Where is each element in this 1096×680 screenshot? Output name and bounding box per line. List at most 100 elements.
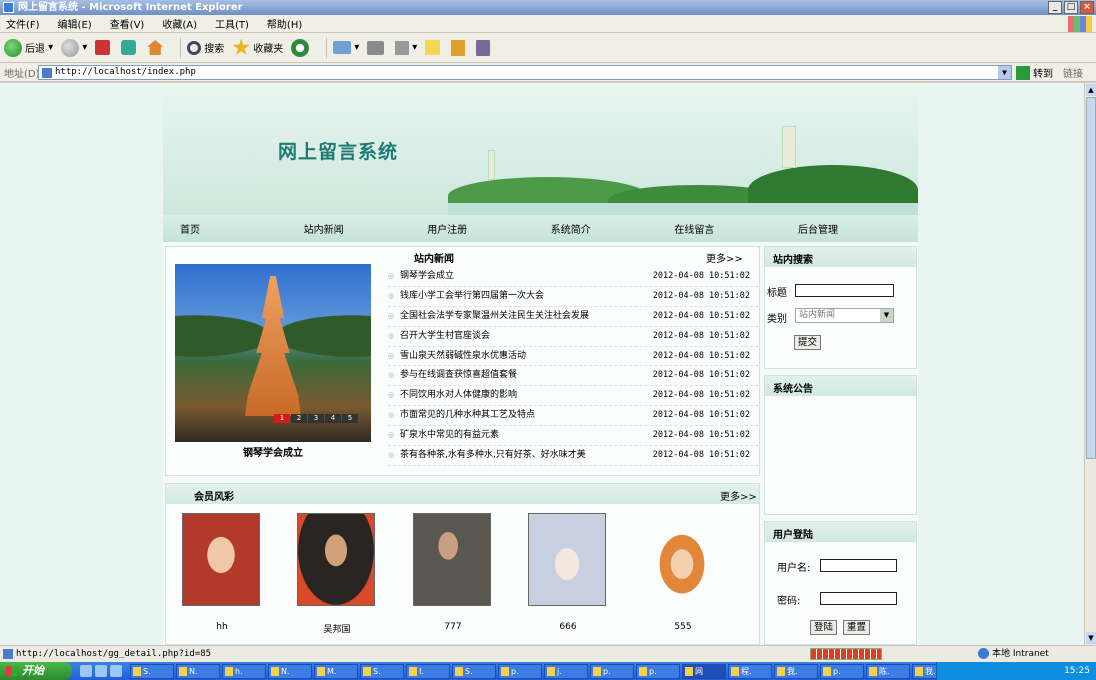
discuss-button[interactable] — [425, 40, 443, 55]
go-button[interactable]: 转到 — [1033, 65, 1053, 80]
menu-help[interactable]: 帮助(H) — [267, 16, 302, 31]
home-button[interactable] — [147, 40, 166, 55]
member-name[interactable]: 555 — [643, 622, 723, 632]
taskbar-button[interactable]: S. — [130, 663, 174, 679]
news-item[interactable]: 参与在线调查获惊喜超值套餐 2012-04-08 10:51:02 — [388, 366, 758, 387]
member-avatar[interactable] — [643, 513, 721, 606]
nav-about[interactable]: 系统简介 — [534, 221, 658, 236]
refresh-button[interactable] — [121, 40, 139, 55]
media-quicklaunch-icon[interactable] — [110, 665, 122, 677]
news-item[interactable]: 钱库小学工会举行第四届第一次大会 2012-04-08 10:51:02 — [388, 287, 758, 307]
desktop-quicklaunch-icon[interactable] — [95, 665, 107, 677]
forward-button[interactable]: ▾ — [61, 38, 87, 57]
taskbar-button[interactable]: I. — [406, 663, 450, 679]
news-title[interactable]: 不同饮用水对人体健康的影响 — [400, 390, 517, 400]
taskbar-button[interactable]: S. — [360, 663, 404, 679]
taskbar-button[interactable]: M. — [314, 663, 358, 679]
member-name[interactable]: hh — [182, 622, 262, 632]
taskbar-button[interactable]: p. — [820, 663, 864, 679]
member-card[interactable]: 777 — [413, 513, 493, 632]
nav-admin[interactable]: 后台管理 — [781, 221, 905, 236]
member-avatar[interactable] — [297, 513, 375, 606]
category-select[interactable]: 站内新闻 ▼ — [795, 308, 894, 323]
member-name[interactable]: 777 — [413, 622, 493, 632]
chevron-down-icon[interactable]: ▼ — [880, 309, 893, 322]
clock[interactable]: 15:25 — [1064, 666, 1090, 676]
slide-caption[interactable]: 钢琴学会成立 — [175, 444, 371, 459]
username-input[interactable] — [820, 559, 897, 572]
vertical-scrollbar[interactable]: ▲ ▼ — [1084, 83, 1096, 645]
news-item[interactable]: 不同饮用水对人体健康的影响 2012-04-08 10:51:02 — [388, 386, 758, 407]
taskbar-button[interactable]: p. — [636, 663, 680, 679]
history-button[interactable] — [291, 38, 312, 57]
nav-guestbook[interactable]: 在线留言 — [657, 221, 781, 236]
slide-dot[interactable]: 3 — [308, 414, 324, 423]
member-card[interactable]: 666 — [528, 513, 608, 632]
research-button[interactable] — [451, 39, 468, 56]
member-name[interactable]: 吴邦国 — [297, 622, 377, 635]
menu-file[interactable]: 文件(F) — [6, 16, 40, 31]
taskbar-button[interactable]: p. — [498, 663, 542, 679]
member-card[interactable]: hh — [182, 513, 262, 632]
stop-button[interactable] — [95, 40, 113, 55]
taskbar-button[interactable]: S. — [452, 663, 496, 679]
go-arrow-icon[interactable] — [1016, 65, 1030, 80]
member-card[interactable]: 吴邦国 — [297, 513, 377, 635]
member-avatar[interactable] — [413, 513, 491, 606]
taskbar-button[interactable]: j. — [544, 663, 588, 679]
taskbar-button-active[interactable]: 网 — [682, 663, 726, 679]
member-avatar[interactable] — [182, 513, 260, 606]
news-item[interactable]: 全国社会法学专家聚温州关注民生关注社会发展 2012-04-08 10:51:02 — [388, 307, 758, 327]
slide-dot[interactable]: 5 — [342, 414, 358, 423]
news-title[interactable]: 钢琴学会成立 — [400, 271, 454, 281]
news-title[interactable]: 茶有各种茶,水有多种水,只有好茶、好水味才美 — [400, 450, 586, 460]
members-more-link[interactable]: 更多>> — [720, 488, 757, 503]
taskbar-button[interactable]: N. — [268, 663, 312, 679]
scroll-up-icon[interactable]: ▲ — [1086, 84, 1096, 96]
menu-favorites[interactable]: 收藏(A) — [162, 16, 197, 31]
search-button[interactable]: 搜索 — [187, 40, 224, 55]
news-item[interactable]: 钢琴学会成立 2012-04-08 10:51:02 — [388, 267, 758, 287]
minimize-button[interactable]: _ — [1048, 1, 1062, 14]
reset-button[interactable]: 重置 — [843, 620, 871, 635]
scroll-down-icon[interactable]: ▼ — [1086, 632, 1096, 644]
news-title[interactable]: 全国社会法学专家聚温州关注民生关注社会发展 — [400, 311, 589, 321]
news-more-link[interactable]: 更多>> — [706, 250, 743, 265]
login-button[interactable]: 登陆 — [810, 620, 838, 635]
news-item[interactable]: 召开大学生村官座谈会 2012-04-08 10:51:02 — [388, 327, 758, 347]
menu-edit[interactable]: 编辑(E) — [58, 16, 92, 31]
taskbar-button[interactable]: p. — [590, 663, 634, 679]
taskbar-button[interactable]: h. — [222, 663, 266, 679]
member-card[interactable]: 555 — [643, 513, 723, 632]
news-title[interactable]: 召开大学生村官座谈会 — [400, 331, 490, 341]
mail-button[interactable]: ▾ — [333, 41, 359, 54]
taskbar-button[interactable]: 陈. — [866, 663, 910, 679]
menu-view[interactable]: 查看(V) — [110, 16, 145, 31]
news-title[interactable]: 矿泉水中常见的有益元素 — [400, 430, 499, 440]
maximize-button[interactable]: □ — [1064, 1, 1078, 14]
news-title[interactable]: 市面常见的几种水种其工艺及特点 — [400, 410, 535, 420]
print-button[interactable] — [367, 40, 387, 55]
scroll-thumb[interactable] — [1086, 97, 1096, 459]
taskbar-button[interactable]: N. — [176, 663, 220, 679]
menu-tools[interactable]: 工具(T) — [215, 16, 249, 31]
address-input[interactable]: http://localhost/index.php ▼ — [38, 65, 1012, 80]
slide-dot[interactable]: 1 — [274, 414, 290, 423]
slide-dot[interactable]: 4 — [325, 414, 341, 423]
start-button[interactable]: 开始 — [0, 662, 72, 680]
favorites-button[interactable]: 收藏夹 — [232, 38, 283, 57]
close-button[interactable]: × — [1080, 1, 1094, 14]
member-name[interactable]: 666 — [528, 622, 608, 632]
nav-home[interactable]: 首页 — [163, 221, 287, 236]
taskbar-button[interactable]: 程. — [728, 663, 772, 679]
address-dropdown-icon[interactable]: ▼ — [998, 66, 1011, 79]
news-item[interactable]: 矿泉水中常见的有益元素 2012-04-08 10:51:02 — [388, 426, 758, 447]
news-item[interactable]: 茶有各种茶,水有多种水,只有好茶、好水味才美 2012-04-08 10:51:0… — [388, 446, 758, 466]
slide-dot[interactable]: 2 — [291, 414, 307, 423]
back-button[interactable]: 后退 ▾ — [4, 38, 53, 57]
news-item[interactable]: 雪山泉天然弱碱性泉水优惠活动 2012-04-08 10:51:02 — [388, 347, 758, 367]
news-title[interactable]: 钱库小学工会举行第四届第一次大会 — [400, 291, 544, 301]
search-title-input[interactable] — [795, 284, 894, 297]
news-title[interactable]: 参与在线调查获惊喜超值套餐 — [400, 370, 517, 380]
news-item[interactable]: 市面常见的几种水种其工艺及特点 2012-04-08 10:51:02 — [388, 406, 758, 427]
